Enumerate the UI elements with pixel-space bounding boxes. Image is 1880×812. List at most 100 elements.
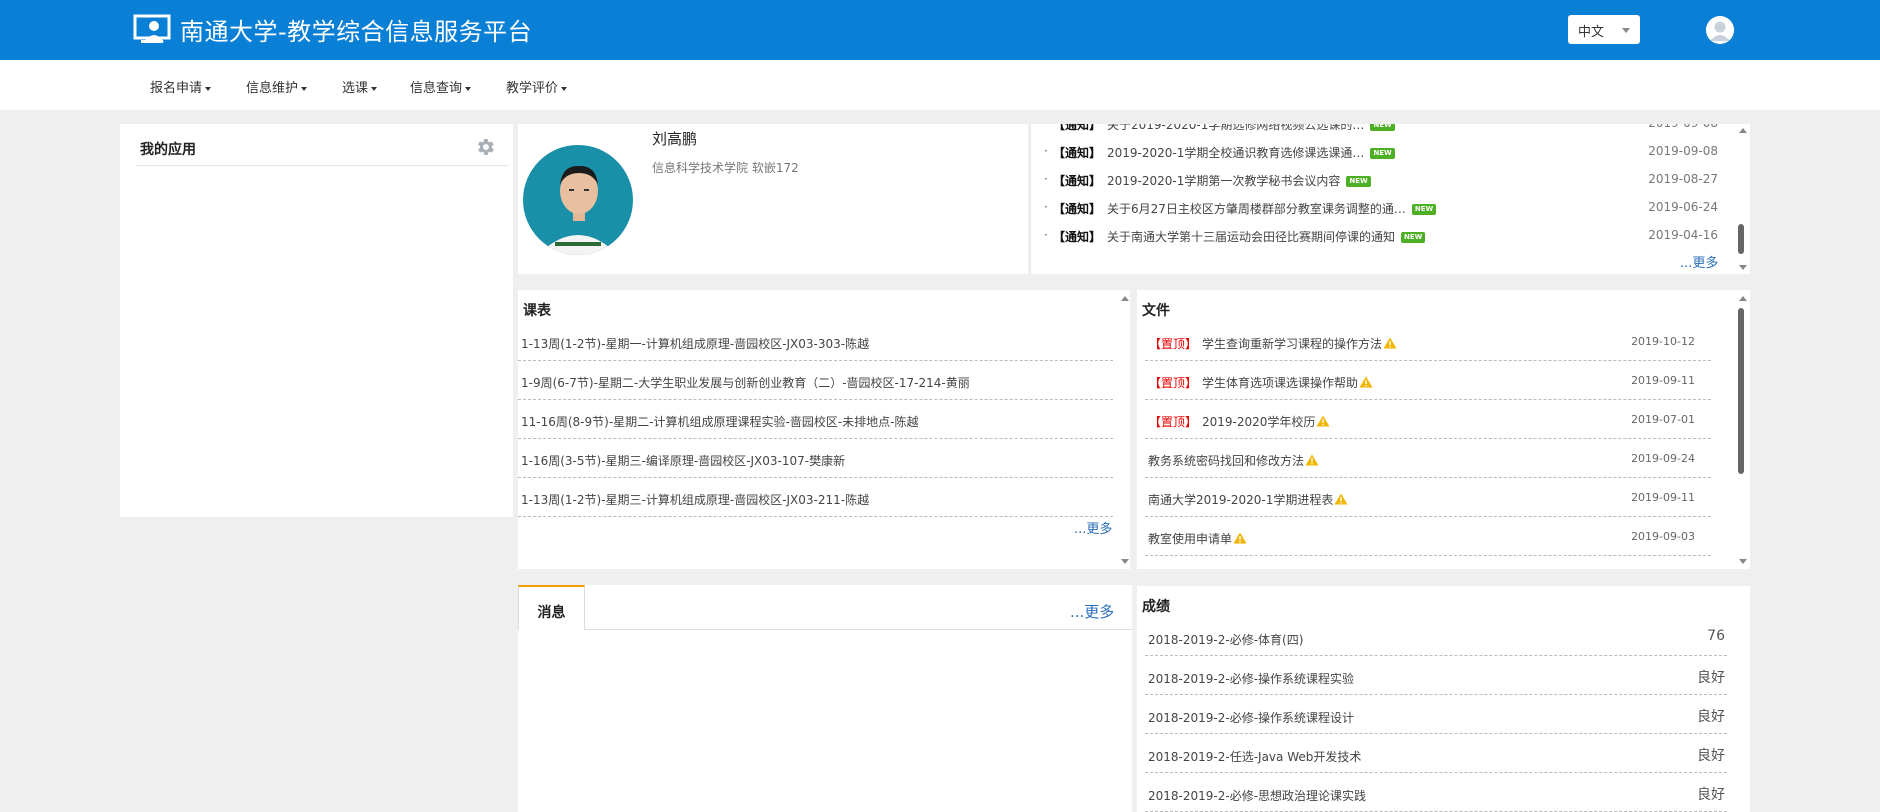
scroll-down-icon[interactable] (1121, 559, 1129, 564)
nav-item-label: 教学评价 (506, 81, 559, 96)
messages-panel (518, 585, 1132, 812)
notice-tag: 【通知】 (1053, 202, 1102, 216)
new-badge: NEW (1370, 124, 1395, 131)
file-title: 2019-2020学年校历 (1202, 415, 1316, 429)
file-title: 教务系统密码找回和修改方法 (1148, 454, 1305, 468)
notice-title: 关于南通大学第十三届运动会田径比赛期间停课的通知 (1107, 230, 1396, 244)
file-date: 2019-10-12 (1631, 335, 1695, 348)
grade-course: 2018-2019-2-任选-Java Web开发技术 (1148, 750, 1362, 764)
messages-more-link[interactable]: ...更多 (1070, 601, 1114, 622)
scroll-up-icon[interactable] (1739, 296, 1747, 301)
grade-item[interactable]: 2018-2019-2-必修-体育(四) 76 (1145, 617, 1727, 656)
schedule-item[interactable]: 1-16周(3-5节)-星期三-编译原理-啬园校区-JX03-107-樊康新 (518, 439, 1113, 478)
grade-course: 2018-2019-2-必修-思想政治理论课实践 (1148, 789, 1367, 803)
nav-item-registration[interactable]: 报名申请 (150, 77, 212, 96)
pinned-tag: 【置顶】 (1149, 376, 1198, 390)
schedule-item[interactable]: 11-16周(8-9节)-星期二-计算机组成原理课程实验-啬园校区-未排地点-陈… (518, 400, 1113, 439)
file-date: 2019-09-03 (1631, 530, 1695, 543)
file-date: 2019-09-11 (1631, 491, 1695, 504)
notice-tag: 【通知】 (1053, 230, 1102, 244)
notice-date: 2019-09-08 (1648, 144, 1718, 158)
scroll-down-icon[interactable] (1739, 559, 1747, 564)
scroll-thumb[interactable] (1738, 308, 1744, 474)
notice-tag: 【通知】 (1053, 146, 1102, 160)
gear-icon[interactable] (474, 136, 496, 158)
notice-item[interactable]: · 【通知】 关于南通大学第十三届运动会田径比赛期间停课的通知 NEW 2019-… (1044, 226, 1718, 248)
file-item[interactable]: 教室使用申请单 2019-09-03 (1145, 517, 1711, 556)
grade-course: 2018-2019-2-必修-操作系统课程设计 (1148, 711, 1355, 725)
main-nav: 报名申请 信息维护 选课 信息查询 教学评价 (0, 60, 1880, 110)
grade-item[interactable]: 2018-2019-2-必修-操作系统课程设计 良好 (1145, 695, 1727, 734)
nav-item-course-selection[interactable]: 选课 (342, 77, 378, 96)
schedule-item-text: 1-9周(6-7节)-星期二-大学生职业发展与创新创业教育（二）-啬园校区-17… (521, 376, 970, 390)
tab-messages[interactable]: 消息 (518, 585, 585, 630)
nav-item-label: 选课 (342, 81, 369, 96)
profile-name: 刘高鹏 (652, 130, 698, 148)
schedule-scrollbar[interactable] (1119, 296, 1129, 564)
divider (136, 165, 509, 166)
scroll-up-icon[interactable] (1121, 296, 1129, 301)
nav-item-label: 信息维护 (246, 81, 299, 96)
caret-down-icon (301, 86, 308, 91)
new-badge: NEW (1401, 232, 1426, 243)
schedule-item[interactable]: 1-9周(6-7节)-星期二-大学生职业发展与创新创业教育（二）-啬园校区-17… (518, 361, 1113, 400)
scroll-up-icon[interactable] (1739, 128, 1747, 133)
notices-scrollbar[interactable] (1737, 128, 1747, 270)
notice-title: 关于6月27日主校区方肇周楼群部分教室课务调整的通… (1107, 202, 1406, 216)
notice-title: 2019-2020-1学期第一次教学秘书会议内容 (1107, 174, 1341, 188)
schedule-more-link[interactable]: ...更多 (1074, 518, 1112, 537)
caret-down-icon (465, 86, 472, 91)
file-item[interactable]: 南通大学2019-2020-1学期进程表 2019-09-11 (1145, 478, 1711, 517)
schedule-item-text: 1-13周(1-2节)-星期三-计算机组成原理-啬园校区-JX03-211-陈越 (521, 493, 870, 507)
grade-item[interactable]: 2018-2019-2-任选-Java Web开发技术 良好 (1145, 734, 1727, 773)
pinned-tag: 【置顶】 (1149, 415, 1198, 429)
grade-item[interactable]: 2018-2019-2-必修-思想政治理论课实践 良好 (1145, 773, 1727, 812)
top-header: 南通大学-教学综合信息服务平台 中文 (0, 0, 1880, 60)
file-item[interactable]: 【置顶】 2019-2020学年校历 2019-07-01 (1145, 400, 1711, 439)
schedule-item[interactable]: 1-13周(1-2节)-星期一-计算机组成原理-啬园校区-JX03-303-陈越 (518, 322, 1113, 361)
file-title: 南通大学2019-2020-1学期进程表 (1148, 493, 1334, 507)
nav-item-info-maintenance[interactable]: 信息维护 (246, 77, 308, 96)
notice-tag: 【通知】 (1053, 124, 1102, 132)
warning-icon (1316, 415, 1330, 427)
grade-item[interactable]: 2018-2019-2-必修-操作系统课程实验 良好 (1145, 656, 1727, 695)
warning-icon (1334, 493, 1348, 505)
user-icon (1706, 16, 1734, 44)
notice-item[interactable]: · 【通知】 关于6月27日主校区方肇周楼群部分教室课务调整的通… NEW 201… (1044, 198, 1718, 220)
grade-value: 76 (1707, 628, 1725, 644)
warning-icon (1305, 454, 1319, 466)
schedule-item-text: 1-13周(1-2节)-星期一-计算机组成原理-啬园校区-JX03-303-陈越 (521, 337, 870, 351)
notice-title: 2019-2020-1学期全校通识教育选修课选课通… (1107, 146, 1365, 160)
notice-date: 2019-04-16 (1648, 228, 1718, 242)
grade-course: 2018-2019-2-必修-操作系统课程实验 (1148, 672, 1355, 686)
scroll-down-icon[interactable] (1739, 265, 1747, 270)
chevron-down-icon (1622, 28, 1630, 33)
notice-title: 关于2019-2020-1学期选修网络视频公选课的… (1107, 124, 1365, 132)
notice-item[interactable]: · 【通知】 关于2019-2020-1学期选修网络视频公选课的…NEW 201… (1044, 124, 1718, 136)
nav-item-label: 报名申请 (150, 81, 203, 96)
grade-value: 良好 (1697, 748, 1725, 764)
new-badge: NEW (1346, 176, 1371, 187)
notice-item[interactable]: · 【通知】 2019-2020-1学期全校通识教育选修课选课通… NEW 201… (1044, 142, 1718, 164)
my-apps-panel: 我的应用 (120, 124, 513, 517)
nav-item-info-query[interactable]: 信息查询 (410, 77, 472, 96)
schedule-item-text: 1-16周(3-5节)-星期三-编译原理-啬园校区-JX03-107-樊康新 (521, 454, 846, 468)
files-scrollbar[interactable] (1737, 296, 1747, 564)
file-item[interactable]: 【置顶】 学生查询重新学习课程的操作方法 2019-10-12 (1145, 322, 1711, 361)
caret-down-icon (205, 86, 212, 91)
app-title: 南通大学-教学综合信息服务平台 (180, 18, 533, 46)
file-item[interactable]: 教务系统密码找回和修改方法 2019-09-24 (1145, 439, 1711, 478)
user-avatar[interactable] (1706, 16, 1734, 44)
schedule-item[interactable]: 1-13周(1-2节)-星期三-计算机组成原理-啬园校区-JX03-211-陈越 (518, 478, 1113, 517)
scroll-thumb[interactable] (1738, 224, 1744, 254)
file-date: 2019-09-11 (1631, 374, 1695, 387)
file-title: 学生体育选项课选课操作帮助 (1202, 376, 1359, 390)
file-item[interactable]: 【置顶】 学生体育选项课选课操作帮助 2019-09-11 (1145, 361, 1711, 400)
language-select[interactable]: 中文 (1568, 15, 1640, 44)
new-badge: NEW (1411, 204, 1437, 215)
notice-item[interactable]: · 【通知】 2019-2020-1学期第一次教学秘书会议内容 NEW 2019-… (1044, 170, 1718, 192)
notices-more-link[interactable]: ...更多 (1680, 252, 1718, 271)
nav-item-teaching-evaluation[interactable]: 教学评价 (506, 77, 568, 96)
file-title: 教室使用申请单 (1148, 532, 1233, 546)
grade-course: 2018-2019-2-必修-体育(四) (1148, 633, 1304, 647)
